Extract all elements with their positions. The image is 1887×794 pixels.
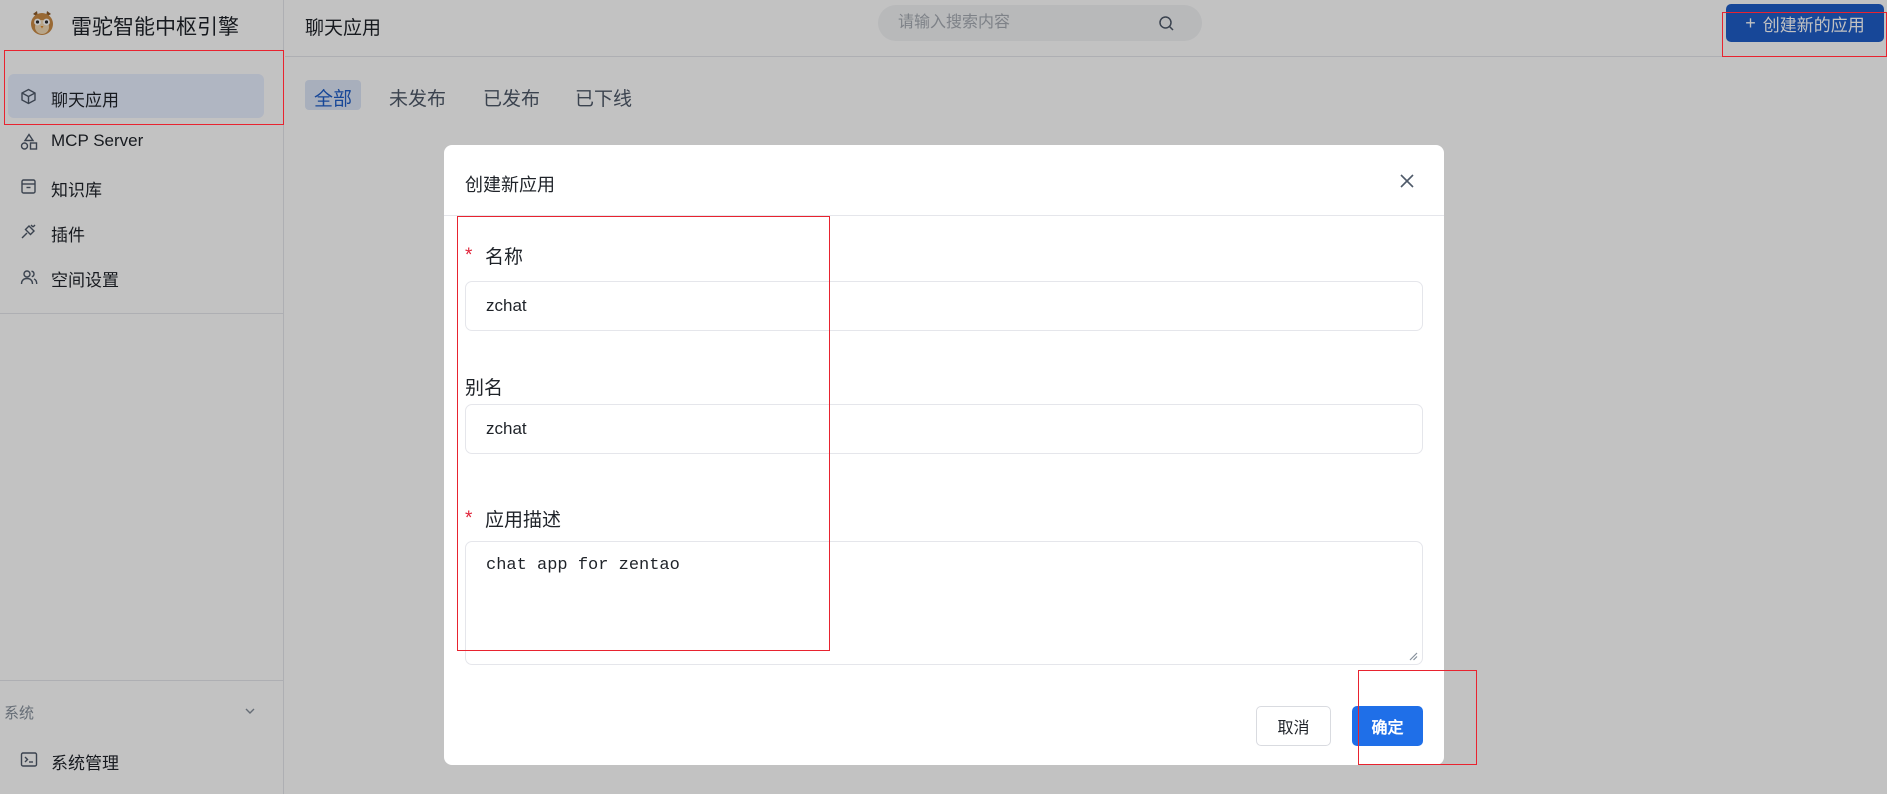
modal-title: 创建新应用	[465, 175, 555, 195]
alias-input[interactable]	[465, 404, 1423, 454]
required-mark: *	[465, 245, 473, 266]
name-input[interactable]	[465, 281, 1423, 331]
cancel-button[interactable]: 取消	[1256, 706, 1331, 746]
alias-label: 别名	[465, 378, 504, 399]
create-app-modal: 创建新应用 * 名称 别名 * 应用描述 chat app for zentao…	[444, 145, 1444, 765]
resize-grip-icon[interactable]	[1408, 651, 1418, 661]
required-mark: *	[465, 508, 473, 529]
description-textarea[interactable]: chat app for zentao	[465, 541, 1423, 665]
name-label: 名称	[485, 247, 524, 268]
confirm-button[interactable]: 确定	[1352, 706, 1423, 746]
close-icon[interactable]	[1398, 172, 1416, 190]
modal-header: 创建新应用	[444, 145, 1444, 216]
description-label: 应用描述	[485, 510, 562, 531]
